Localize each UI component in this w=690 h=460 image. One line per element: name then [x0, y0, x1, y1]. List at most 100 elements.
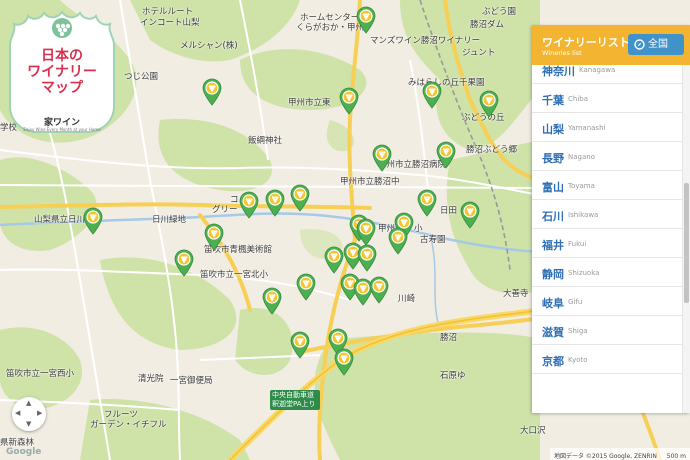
winery-pin-icon[interactable] — [290, 331, 310, 359]
pan-up-icon[interactable]: ▲ — [26, 400, 31, 407]
map-label-koshu-higashi: 甲州市立東 — [288, 98, 331, 108]
prefecture-item-shizuoka[interactable]: 静岡 Shizuoka — [532, 258, 682, 287]
map-label-fuefuki-ichinomiya: 笛吹市立一宮北小 — [200, 270, 269, 280]
map-label-hotel-route: ホテルルート — [142, 7, 194, 17]
map-label-ichinomiya-gosho: 一宮御便局 — [170, 376, 213, 386]
winery-pin-icon[interactable] — [417, 189, 437, 217]
map-label-yamanashi-kenritsu: 山梨県立日川 — [34, 215, 86, 225]
prefecture-item-fukui[interactable]: 福井 Fukui — [532, 229, 682, 258]
prefecture-name-jp: 山梨 — [542, 123, 564, 136]
all-japan-button[interactable]: 全国 — [628, 34, 684, 55]
prefecture-name-jp: 京都 — [542, 355, 564, 368]
map-label-ishimori: 石原ゆ — [440, 371, 466, 381]
prefecture-name-en: Nagano — [568, 153, 595, 161]
prefecture-name-en: Chiba — [568, 95, 589, 103]
google-logo[interactable]: Google — [6, 447, 41, 457]
map-label-koshu-katsunuma-chu: 甲州市立勝沼中 — [340, 177, 400, 187]
prefecture-item-kyoto[interactable]: 京都 Kyoto — [532, 345, 682, 374]
prefecture-name-en: Toyama — [568, 182, 595, 190]
map-label-katsunuma-budokyo: 勝沼ぶどう郷 — [466, 145, 518, 155]
prefecture-item-nagano[interactable]: 長野 Nagano — [532, 142, 682, 171]
pan-right-icon[interactable]: ▶ — [37, 410, 42, 417]
map-label-vineyard-top: ぶどう園 — [482, 7, 517, 17]
map-label-katsunuma-dam: 勝沼ダム — [470, 20, 505, 30]
map-label-iinuma: 飯綱神社 — [248, 136, 283, 146]
winery-pin-icon[interactable] — [436, 141, 456, 169]
panel-subtitle: Wineries list — [542, 49, 582, 57]
winery-pin-icon[interactable] — [265, 189, 285, 217]
all-japan-label: 全国 — [648, 39, 668, 50]
prefecture-name-en: Ishikawa — [568, 211, 599, 219]
winery-pin-icon[interactable] — [204, 223, 224, 251]
winery-pin-icon[interactable] — [339, 87, 359, 115]
winery-pin-icon[interactable] — [202, 78, 222, 106]
prefecture-item-shiga[interactable]: 滋賀 Shiga — [532, 316, 682, 345]
map-label-melsion: メルシャン(株) — [180, 41, 238, 51]
prefecture-name-en: Shizuoka — [568, 269, 600, 277]
prefecture-item-toyama[interactable]: 富山 Toyama — [532, 171, 682, 200]
pan-left-icon[interactable]: ◀ — [15, 410, 20, 417]
prefecture-name-jp: 福井 — [542, 239, 564, 252]
panel-title: ワイナリーリスト — [542, 36, 630, 49]
prefecture-item-gifu[interactable]: 岐阜 Gifu — [532, 287, 682, 316]
map-pan-control[interactable]: ▲ ▼ ◀ ▶ — [12, 397, 46, 431]
expressway-label-line1: 中央自動車道 — [272, 391, 314, 399]
panel-scrollbar[interactable] — [682, 65, 690, 413]
map-label-kosho: 小 — [414, 224, 423, 234]
winery-map-logo[interactable]: 日本の ワイナリー マップ 家ワイン Enjoy Wine Every Mont… — [8, 10, 116, 140]
map-label-omagari: 大善寺 — [503, 289, 529, 299]
winery-pin-icon[interactable] — [174, 249, 194, 277]
scale-bar-label: 500 m — [666, 453, 686, 460]
map-label-garden: ガーデン・イチフル — [90, 420, 167, 430]
winery-pin-icon[interactable] — [290, 184, 310, 212]
prefecture-item-yamanashi[interactable]: 山梨 Yamanashi — [532, 113, 682, 142]
logo-title-line2: ワイナリー — [27, 64, 97, 80]
prefecture-item-kanagawa[interactable]: 神奈川 Kanagawa — [532, 65, 682, 84]
prefecture-name-jp: 長野 — [542, 152, 564, 165]
prefecture-name-jp: 石川 — [542, 210, 564, 223]
prefecture-name-jp: 滋賀 — [542, 326, 564, 339]
logo-title: 日本の ワイナリー マップ — [8, 48, 116, 96]
winery-pin-icon[interactable] — [422, 81, 442, 109]
prefecture-list[interactable]: 神奈川 Kanagawa 千葉 Chiba 山梨 Yamanashi 長野 Nagano 富山 T… — [532, 65, 682, 413]
map-label-inkunomiyasan: インコート山梨 — [140, 18, 200, 28]
prefecture-name-jp: 静岡 — [542, 268, 564, 281]
map-label-kurashi: くらがおか・甲州 — [296, 23, 365, 33]
winery-pin-icon[interactable] — [460, 201, 480, 229]
winery-pin-icon[interactable] — [356, 6, 376, 34]
pan-down-icon[interactable]: ▼ — [26, 421, 31, 428]
map-label-seiryu: 清光院 — [138, 374, 164, 384]
winery-pin-icon[interactable] — [334, 348, 354, 376]
prefecture-item-ishikawa[interactable]: 石川 Ishikawa — [532, 200, 682, 229]
map-label-koshu-teien: 古寿園 — [420, 235, 446, 245]
prefecture-item-chiba[interactable]: 千葉 Chiba — [532, 84, 682, 113]
map-label-tsutsuji: つじ公園 — [124, 72, 159, 82]
prefecture-name-jp: 富山 — [542, 181, 564, 194]
map-label-mori-ga-saki: 日田 — [440, 206, 458, 216]
map-label-manns-wine: マンズワイン勝沼ワイナリー — [370, 36, 481, 46]
winery-list-panel: ワイナリーリスト Wineries list 全国 神奈川 Kanagawa 千葉 C… — [532, 25, 690, 413]
map-label-hikawa: 日川緑地 — [152, 215, 187, 225]
winery-pin-icon[interactable] — [262, 287, 282, 315]
winery-pin-icon[interactable] — [479, 90, 499, 118]
winery-pin-icon[interactable] — [372, 144, 392, 172]
logo-tagline: Enjoy Wine Every Month at your Home — [23, 127, 101, 132]
winery-pin-icon[interactable] — [324, 246, 344, 274]
panel-header: ワイナリーリスト Wineries list 全国 — [532, 25, 690, 65]
prefecture-name-en: Kanagawa — [579, 66, 616, 74]
prefecture-name-en: Shiga — [568, 327, 588, 335]
map-attribution[interactable]: 地図データ ©2015 Google, ZENRIN 500 m — [549, 448, 690, 460]
winery-pin-icon[interactable] — [369, 276, 389, 304]
panel-scrollbar-thumb[interactable] — [684, 183, 689, 303]
winery-pin-icon[interactable] — [388, 227, 408, 255]
attribution-text: 地図データ ©2015 Google, ZENRIN — [553, 453, 657, 460]
map-label-junto: ジュント — [462, 48, 496, 58]
map-label-ichinomiya-nishi: 笛吹市立一宮西小 — [6, 369, 75, 379]
winery-pin-icon[interactable] — [357, 244, 377, 272]
map-label-katsunuma-ic: 勝沼 — [440, 333, 458, 343]
logo-title-line1: 日本の — [41, 48, 83, 64]
winery-pin-icon[interactable] — [83, 207, 103, 235]
prefecture-name-en: Fukui — [568, 240, 587, 248]
winery-pin-icon[interactable] — [296, 273, 316, 301]
winery-pin-icon[interactable] — [239, 191, 259, 219]
